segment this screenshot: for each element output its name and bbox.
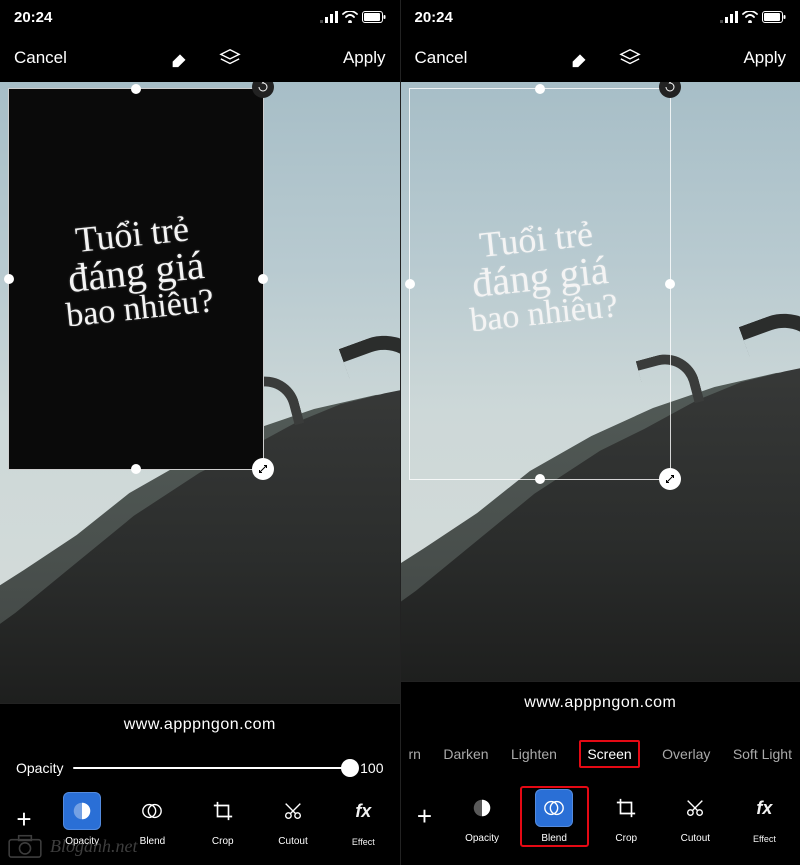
- tool-opacity[interactable]: Opacity: [451, 789, 514, 844]
- opacity-slider-row: Opacity 100: [0, 748, 400, 784]
- blend-mode-screen[interactable]: Screen: [579, 740, 639, 768]
- cancel-button[interactable]: Cancel: [415, 48, 468, 68]
- source-watermark: Bloganh.net: [6, 833, 138, 859]
- blend-mode-softlight[interactable]: Soft Light: [733, 746, 792, 762]
- wifi-icon: [342, 11, 358, 23]
- resize-handle-top[interactable]: [535, 84, 545, 94]
- phone-screenshot-left: 20:24 Cancel Apply: [0, 0, 400, 865]
- apply-button[interactable]: Apply: [743, 48, 786, 68]
- top-bar: Cancel Apply: [0, 34, 400, 82]
- add-tool-button[interactable]: +: [405, 801, 445, 832]
- blend-mode-partial[interactable]: rn: [409, 746, 421, 762]
- status-time: 20:24: [415, 9, 453, 26]
- effect-icon: fx: [745, 790, 783, 828]
- status-bar: 20:24: [401, 0, 800, 34]
- resize-handle-bottom[interactable]: [131, 464, 141, 474]
- tool-cutout[interactable]: Cutout: [261, 792, 325, 847]
- blend-mode-lighten[interactable]: Lighten: [511, 746, 557, 762]
- cutout-icon: [274, 792, 312, 830]
- camera-icon: [6, 833, 44, 859]
- blend-mode-overlay[interactable]: Overlay: [662, 746, 710, 762]
- layers-icon[interactable]: [618, 46, 642, 70]
- scale-handle[interactable]: [659, 468, 681, 490]
- watermark: www.apppngon.com: [0, 703, 400, 748]
- signal-icon: [720, 11, 738, 23]
- status-time: 20:24: [14, 9, 52, 26]
- add-tool-button[interactable]: +: [4, 804, 44, 835]
- resize-handle-bottom[interactable]: [535, 474, 545, 484]
- blend-icon: [535, 789, 573, 827]
- layers-icon[interactable]: [218, 46, 242, 70]
- status-icons: [720, 11, 786, 23]
- battery-icon: [762, 11, 786, 23]
- tool-crop[interactable]: Crop: [595, 789, 658, 844]
- resize-handle-right[interactable]: [665, 279, 675, 289]
- tool-crop[interactable]: Crop: [191, 792, 255, 847]
- crop-icon: [607, 789, 645, 827]
- watermark: www.apppngon.com: [401, 681, 800, 726]
- eraser-icon[interactable]: [168, 46, 192, 70]
- scale-handle[interactable]: [252, 458, 274, 480]
- overlay-text: Tuổi trẻ đáng giá bao nhiêu?: [16, 205, 256, 338]
- phone-screenshot-right: 20:24 Cancel Apply: [400, 0, 800, 865]
- tool-dock: + Opacity Blend Crop: [401, 778, 800, 865]
- opacity-icon: [463, 789, 501, 827]
- status-icons: [320, 11, 386, 23]
- resize-handle-left[interactable]: [4, 274, 14, 284]
- tool-blend[interactable]: Blend: [520, 786, 589, 847]
- cancel-button[interactable]: Cancel: [14, 48, 67, 68]
- overlay-layer[interactable]: Tuổi trẻ đáng giá bao nhiêu?: [409, 88, 671, 480]
- resize-handle-right[interactable]: [258, 274, 268, 284]
- tool-effect[interactable]: fx Effect: [331, 793, 395, 847]
- overlay-layer[interactable]: Tuổi trẻ đáng giá bao nhiêu?: [8, 88, 264, 470]
- overlay-text: Tuổi trẻ đáng giá bao nhiêu?: [419, 209, 659, 342]
- status-bar: 20:24: [0, 0, 400, 34]
- resize-handle-top[interactable]: [131, 84, 141, 94]
- apply-button[interactable]: Apply: [343, 48, 386, 68]
- tool-effect[interactable]: fx Effect: [733, 790, 796, 844]
- cutout-icon: [676, 789, 714, 827]
- eraser-icon[interactable]: [568, 46, 592, 70]
- blend-mode-row: rn Darken Lighten Screen Overlay Soft Li…: [401, 726, 800, 778]
- opacity-icon: [63, 792, 101, 830]
- tool-cutout[interactable]: Cutout: [664, 789, 727, 844]
- opacity-slider[interactable]: [73, 767, 350, 769]
- opacity-value: 100: [360, 760, 383, 776]
- blend-mode-darken[interactable]: Darken: [443, 746, 488, 762]
- opacity-label: Opacity: [16, 760, 63, 776]
- top-bar: Cancel Apply: [401, 34, 800, 82]
- wifi-icon: [742, 11, 758, 23]
- signal-icon: [320, 11, 338, 23]
- crop-icon: [204, 792, 242, 830]
- editing-canvas[interactable]: Tuổi trẻ đáng giá bao nhiêu?: [0, 82, 400, 703]
- resize-handle-left[interactable]: [405, 279, 415, 289]
- editing-canvas[interactable]: Tuổi trẻ đáng giá bao nhiêu?: [401, 82, 800, 681]
- battery-icon: [362, 11, 386, 23]
- effect-icon: fx: [344, 793, 382, 831]
- blend-icon: [133, 792, 171, 830]
